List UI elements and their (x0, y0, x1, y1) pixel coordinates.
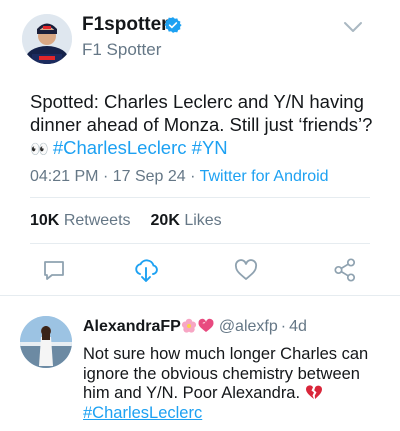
avatar-image (22, 14, 72, 64)
reply-avatar[interactable] (20, 316, 72, 368)
action-bar (0, 256, 400, 284)
name-emoji-flower-heart (181, 318, 214, 333)
display-name[interactable]: F1spotter (82, 14, 169, 36)
meta-separator: · (190, 168, 196, 185)
reply-button[interactable] (40, 256, 68, 284)
tweet-time[interactable]: 04:21 PM (30, 168, 98, 185)
retweet-cloud-icon (135, 259, 158, 282)
divider (30, 243, 370, 244)
like-count: 20K (150, 212, 180, 229)
reply-age[interactable]: 4d (289, 318, 307, 335)
broken-heart-emoji (305, 385, 322, 399)
meta-separator: · (102, 168, 109, 185)
chevron-down-icon[interactable] (343, 20, 363, 34)
share-icon (334, 258, 356, 282)
retweet-button[interactable] (132, 256, 160, 284)
reply-display-name[interactable]: AlexandraFP (83, 318, 181, 335)
client-link[interactable]: Twitter for Android (200, 168, 329, 185)
tweet-text: Spotted: Charles Leclerc and Y/N having … (30, 90, 380, 161)
reply-hashtag[interactable]: #CharlesLeclerc (83, 404, 202, 422)
reply-handle[interactable]: @alexfp (219, 318, 278, 335)
reply-avatar-image (20, 316, 72, 368)
reply-header: AlexandraFP @alexfp · 4d (83, 318, 307, 336)
like-label: Likes (184, 212, 222, 229)
tweet-meta: 04:21 PM · 17 Sep 24 · Twitter for Andro… (30, 168, 329, 186)
reply-body: Not sure how much longer Charles can ign… (83, 345, 369, 402)
retweets-stat[interactable]: 10K Retweets (30, 212, 131, 229)
like-button[interactable] (232, 256, 260, 284)
hashtag-charlesleclerc[interactable]: #CharlesLeclerc (53, 137, 187, 158)
share-button[interactable] (331, 256, 359, 284)
reply-icon (44, 261, 64, 280)
divider (30, 197, 370, 198)
reply-tweet[interactable]: AlexandraFP @alexfp · 4d Not sure how much… (0, 296, 400, 431)
meta-separator: · (280, 318, 287, 335)
retweet-count: 10K (30, 212, 60, 229)
verified-badge-icon (164, 17, 182, 33)
eyes-emoji: 👀 (30, 141, 49, 158)
hashtag-yn[interactable]: #YN (192, 137, 228, 158)
reply-text: Not sure how much longer Charles can ign… (83, 345, 383, 423)
likes-stat[interactable]: 20K Likes (151, 212, 222, 229)
handle[interactable]: F1 Spotter (82, 40, 161, 60)
engagement-counts: 10K Retweets 20K Likes (30, 212, 222, 230)
avatar[interactable] (22, 14, 72, 64)
retweet-label: Retweets (63, 212, 131, 229)
tweet-date[interactable]: 17 Sep 24 (113, 168, 186, 185)
main-tweet: F1spotter F1 Spotter Spotted: Charles Le… (0, 0, 400, 295)
heart-icon (234, 259, 258, 280)
tweet-body: Spotted: Charles Leclerc and Y/N having … (30, 91, 373, 135)
